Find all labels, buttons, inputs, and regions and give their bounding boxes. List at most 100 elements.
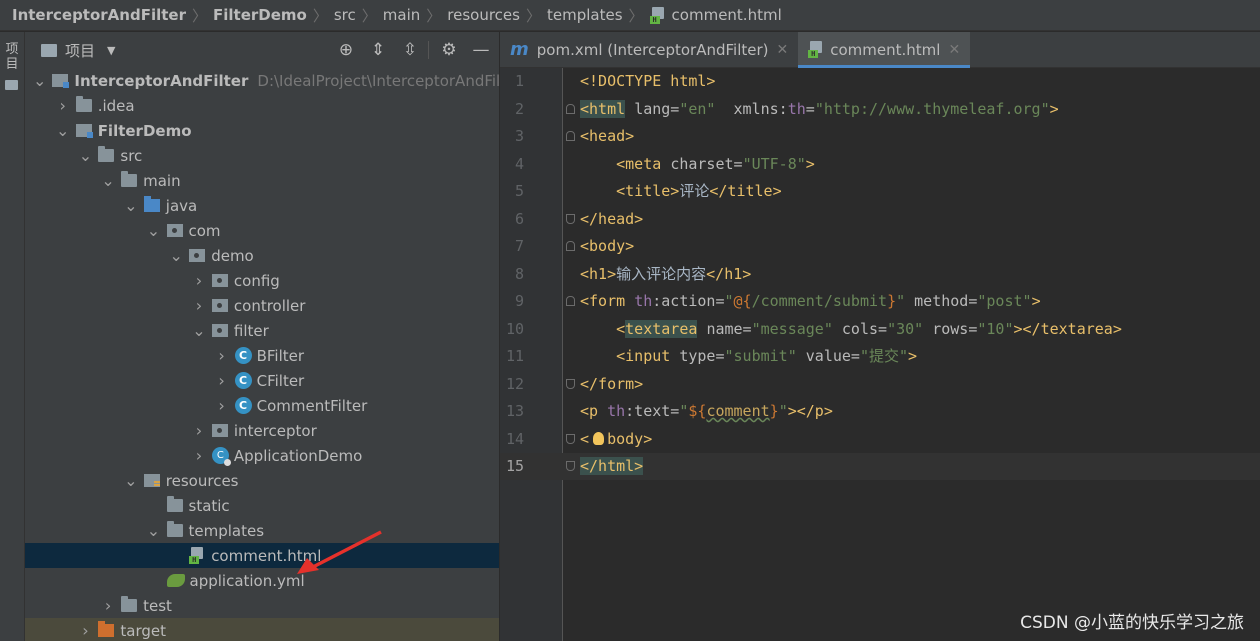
tree-item[interactable]: › C BFilter [25,343,499,368]
spring-yml-icon [166,574,185,587]
chevron-down-icon[interactable]: ⌄ [147,521,161,540]
breadcrumb-item[interactable]: InterceptorAndFilter [12,6,186,24]
tree-item[interactable]: ›application.yml [25,568,499,593]
chevron-down-icon[interactable]: ⌄ [124,471,138,490]
code-line[interactable]: 8 <h1>输入评论内容</h1> [500,261,1260,288]
code-area[interactable]: 1 <!DOCTYPE html> 2 <html lang="en" xmlns:t… [500,68,1260,641]
code-line[interactable]: 2 <html lang="en" xmlns:th="http://www.th… [500,96,1260,123]
spring-boot-class-icon: C [211,447,231,466]
chevron-right-icon[interactable]: › [101,596,115,615]
fold-marker-icon[interactable] [566,131,575,141]
fold-marker-icon[interactable] [566,433,575,444]
locate-icon[interactable]: ⊕ [334,40,358,60]
code-line[interactable]: 11 <input type="submit" value="提交"> [500,343,1260,370]
editor-tab[interactable]: m pom.xml (InterceptorAndFilter) ✕ [500,32,798,67]
collapse-all-icon[interactable]: ⇳ [398,40,422,60]
tree-item[interactable]: › C CommentFilter [25,393,499,418]
chevron-right-icon[interactable]: › [192,271,206,290]
chevron-right-icon[interactable]: › [78,621,92,640]
tree-item[interactable]: ⌄ resources [25,468,499,493]
line-number: 7 [514,237,524,255]
chevron-down-icon[interactable]: ⌄ [101,171,115,190]
code-text: <textarea name="message" cols="30" rows=… [616,319,1122,338]
gear-icon[interactable]: ⚙ [437,40,461,60]
project-tool-button[interactable]: 项目 [4,42,20,72]
tree-item[interactable]: › test [25,593,499,618]
tree-item[interactable]: ⌄ templates [25,518,499,543]
close-icon[interactable]: ✕ [948,42,960,58]
fold-marker-icon[interactable] [566,213,575,224]
breadcrumb-item[interactable]: src [334,6,356,24]
chevron-right-icon[interactable]: › [192,446,206,465]
tree-item[interactable]: ›static [25,493,499,518]
code-line[interactable]: 7 <body> [500,233,1260,260]
close-icon[interactable]: ✕ [777,42,789,58]
chevron-down-icon[interactable]: ⌄ [169,246,183,265]
tree-item[interactable]: ⌄ src [25,143,499,168]
lightbulb-icon[interactable] [593,431,604,445]
code-line[interactable]: 14 < body> [500,426,1260,453]
fold-marker-icon[interactable] [566,378,575,389]
expand-all-icon[interactable]: ⇕ [366,40,390,60]
chevron-right-icon[interactable]: › [56,96,70,115]
code-line[interactable]: 13 <p th:text="${comment}"></p> [500,398,1260,425]
tree-item[interactable]: ⌄ java [25,193,499,218]
tree-item[interactable]: ⌄ InterceptorAndFilter D:\IdealProject\Int… [25,68,499,93]
code-line[interactable]: 10 <textarea name="message" cols="30" ro… [500,316,1260,343]
editor-tab[interactable]: Hcomment.html ✕ [798,32,971,68]
breadcrumb-item[interactable]: FilterDemo [213,6,307,24]
resources-folder-icon [143,474,160,487]
chevron-right-icon[interactable]: › [215,396,229,415]
chevron-right-icon[interactable]: › [215,371,229,390]
tree-item[interactable]: › target [25,618,499,641]
chevron-down-icon[interactable]: ⌄ [147,221,161,240]
breadcrumb-item[interactable]: main [383,6,420,24]
tree-item-label: controller [233,296,306,315]
class-icon: C [234,397,252,414]
fold-marker-icon[interactable] [566,461,575,471]
tree-item-label: com [188,221,221,240]
chevron-right-icon[interactable]: › [192,421,206,440]
tree-item[interactable]: ⌄ com [25,218,499,243]
tree-item[interactable]: › interceptor [25,418,499,443]
chevron-down-icon[interactable]: ⌄ [124,196,138,215]
tab-label: pom.xml (InterceptorAndFilter) [536,40,769,59]
tree-item[interactable]: ⌄ demo [25,243,499,268]
code-line[interactable]: 5 <title>评论</title> [500,178,1260,205]
chevron-down-icon[interactable]: ▼ [107,44,115,57]
tree-item[interactable]: › config [25,268,499,293]
breadcrumb-item[interactable]: templates [547,6,623,24]
fold-marker-icon[interactable] [566,241,575,251]
code-line[interactable]: 6 </head> [500,206,1260,233]
project-view-selector[interactable]: 项目 [65,40,95,61]
code-line[interactable]: 4 <meta charset="UTF-8"> [500,151,1260,178]
chevron-down-icon[interactable]: ⌄ [33,71,46,90]
tree-item[interactable]: ⌄ filter [25,318,499,343]
fold-marker-icon[interactable] [566,296,575,306]
tree-item[interactable]: ⌄ FilterDemo [25,118,499,143]
tree-item[interactable]: ›Hcomment.html [25,543,499,568]
code-line[interactable]: 9 <form th:action="@{/comment/submit}" me… [500,288,1260,315]
tree-item[interactable]: › C ApplicationDemo [25,443,499,468]
chevron-right-icon[interactable]: › [215,346,229,365]
tree-item-label: filter [233,321,269,340]
fold-marker-icon[interactable] [566,103,575,114]
code-line[interactable]: 15 </html> [500,453,1260,480]
chevron-right-icon[interactable]: › [192,296,206,315]
tree-item-label: target [120,621,166,640]
divider [428,41,429,59]
breadcrumb-item[interactable]: resources [447,6,520,24]
chevron-down-icon[interactable]: ⌄ [192,321,206,340]
tree-item[interactable]: ⌄ main [25,168,499,193]
chevron-right-icon: 〉 [191,6,207,25]
code-line[interactable]: 1 <!DOCTYPE html> [500,68,1260,95]
tree-item[interactable]: › .idea [25,93,499,118]
breadcrumb-item[interactable]: Hcomment.html [649,6,782,24]
code-line[interactable]: 3 <head> [500,123,1260,150]
code-line[interactable]: 12 </form> [500,371,1260,398]
chevron-down-icon[interactable]: ⌄ [78,146,92,165]
chevron-down-icon[interactable]: ⌄ [56,121,70,140]
tree-item[interactable]: › controller [25,293,499,318]
minimize-icon[interactable]: — [469,40,493,60]
tree-item[interactable]: › C CFilter [25,368,499,393]
